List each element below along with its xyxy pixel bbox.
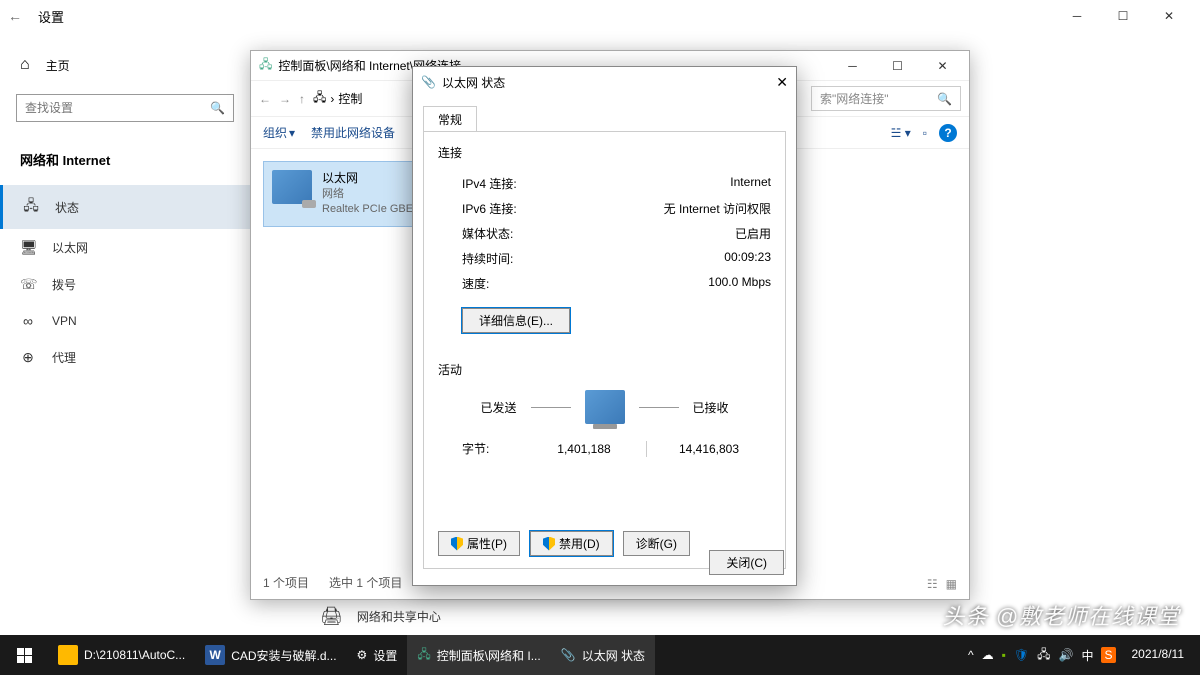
tray-onedrive-icon[interactable]: ☁ [982,648,994,662]
taskbar-explorer[interactable]: D:\210811\AutoC... [48,635,195,675]
system-tray: ^ ☁ ▪ 🛡 🖧 🔊 中 S 2021/8/11 [960,645,1200,666]
ipv4-value: Internet [730,175,771,192]
tray-sogou-icon[interactable]: S [1101,647,1115,663]
minimize-button[interactable]: ─ [1054,0,1100,32]
ethernet-icon: 🖥 [20,239,36,256]
adapter-network: 网络 [322,187,413,202]
help-icon[interactable]: ? [939,124,957,142]
taskbar: D:\210811\AutoC... W CAD安装与破解.d... ⚙ 设置 … [0,635,1200,675]
diagnose-button[interactable]: 诊断(G) [623,531,690,556]
ethernet-status-icon: 📎 [421,75,436,89]
connection-section-label: 连接 [438,144,771,161]
tray-shield-icon[interactable]: 🛡 [1014,648,1029,662]
word-icon: W [205,645,225,665]
home-link[interactable]: ⌂ 主页 [0,48,250,82]
network-icon: 🖧 [417,645,430,666]
watermark-text: 头条 @敷老师在线课堂 [943,599,1180,631]
vpn-icon: ∞ [20,313,36,329]
sent-label: 已发送 [480,399,516,416]
proxy-icon: ⊕ [20,349,36,366]
windows-logo-icon [17,648,32,663]
tray-volume-icon[interactable]: 🔊 [1059,648,1074,662]
tray-graphics-icon[interactable]: ▪ [1002,648,1006,662]
shield-icon [451,537,463,551]
adapter-icon [272,170,312,204]
nav-proxy[interactable]: ⊕代理 [0,339,250,376]
chevron-down-icon: ▾ [289,126,295,140]
close-button[interactable]: ✕ [1146,0,1192,32]
taskbar-settings[interactable]: ⚙ 设置 [347,635,408,675]
tray-chevron-up-icon[interactable]: ^ [968,648,974,662]
cp-minimize-button[interactable]: ─ [830,52,875,80]
home-label: 主页 [46,57,70,74]
start-button[interactable] [0,635,48,675]
nav-back-icon[interactable]: ← [259,92,271,106]
nav-up-icon[interactable]: ↑ [299,92,305,106]
icons-view-icon[interactable]: ▦ [946,577,957,591]
properties-button[interactable]: 属性(P) [438,531,520,556]
ipv6-value: 无 Internet 访问权限 [664,200,771,217]
settings-sidebar: ⌂ 主页 🔍 网络和 Internet 🖧状态 🖥以太网 ☏拨号 ∞VPN ⊕代… [0,32,250,635]
computer-icon [585,390,625,424]
received-label: 已接收 [693,399,729,416]
view-icon[interactable]: ☱ ▾ [891,126,911,140]
bytes-received-value: 14,416,803 [647,442,771,456]
settings-titlebar: ← 设置 ─ ☐ ✕ [0,0,1200,32]
home-icon: ⌂ [20,56,30,74]
network-icon: 🖧 [259,55,272,76]
search-icon: 🔍 [210,101,225,115]
tray-ime-icon[interactable]: 中 [1081,647,1093,664]
details-button[interactable]: 详细信息(E)... [462,308,570,333]
search-icon: 🔍 [937,92,952,106]
section-header: 网络和 Internet [0,142,250,177]
taskbar-status-dialog[interactable]: 📎 以太网 状态 [551,635,655,675]
nav-ethernet[interactable]: 🖥以太网 [0,229,250,266]
gear-icon: ⚙ [357,648,368,662]
activity-section-label: 活动 [438,361,771,378]
adapter-name: 以太网 [322,170,413,187]
back-arrow-icon[interactable]: ← [8,8,22,24]
search-settings-input[interactable]: 🔍 [16,94,234,122]
organize-dropdown[interactable]: 组织 ▾ [263,124,295,141]
cp-maximize-button[interactable]: ☐ [875,52,920,80]
cp-statusbar: 1 个项目 选中 1 个项目 [263,574,402,591]
shield-icon [543,537,555,551]
dlg-close-button[interactable]: ✕ [776,74,788,91]
settings-title: 设置 [38,7,64,26]
adapter-device: Realtek PCIe GBE [322,202,413,217]
ethernet-icon: 📎 [561,648,576,662]
preview-icon[interactable]: ▫ [923,126,927,140]
status-icon: 🖧 [23,195,39,219]
taskbar-word[interactable]: W CAD安装与破解.d... [195,635,346,675]
folder-icon [58,645,78,665]
tray-datetime[interactable]: 2021/8/11 [1124,647,1193,663]
dlg-title: 以太网 状态 [442,74,505,91]
cp-search-input[interactable]: 索"网络连接" 🔍 [811,86,961,111]
network-folder-icon: 🖧 [313,88,326,109]
sharing-center-link[interactable]: 🖨 网络和共享中心 [320,606,441,627]
disable-device-link[interactable]: 禁用此网络设备 [311,124,395,141]
general-tab[interactable]: 常规 [423,106,477,132]
maximize-button[interactable]: ☐ [1100,0,1146,32]
nav-forward-icon[interactable]: → [279,92,291,106]
nav-dialup[interactable]: ☏拨号 [0,266,250,303]
disable-button[interactable]: 禁用(D) [530,531,613,556]
activity-diagram: 已发送 已接收 [438,390,771,424]
speed-value: 100.0 Mbps [708,275,771,292]
dialup-icon: ☏ [20,276,36,293]
taskbar-control-panel[interactable]: 🖧 控制面板\网络和 I... [407,635,550,675]
details-view-icon[interactable]: ☷ [927,577,938,591]
tab-content: 连接 IPv4 连接:Internet IPv6 连接:无 Internet 访… [423,131,786,569]
nav-status[interactable]: 🖧状态 [0,185,250,229]
dlg-titlebar: 📎 以太网 状态 ✕ [413,67,796,97]
tray-network-icon[interactable]: 🖧 [1037,645,1050,666]
printer-icon: 🖨 [320,606,343,627]
bytes-sent-value: 1,401,188 [522,442,646,456]
duration-value: 00:09:23 [724,250,771,267]
ethernet-status-dialog: 📎 以太网 状态 ✕ 常规 连接 IPv4 连接:Internet IPv6 连… [412,66,797,586]
media-value: 已启用 [735,225,771,242]
cp-close-button[interactable]: ✕ [920,52,965,80]
nav-vpn[interactable]: ∞VPN [0,303,250,339]
close-dialog-button[interactable]: 关闭(C) [709,550,784,575]
